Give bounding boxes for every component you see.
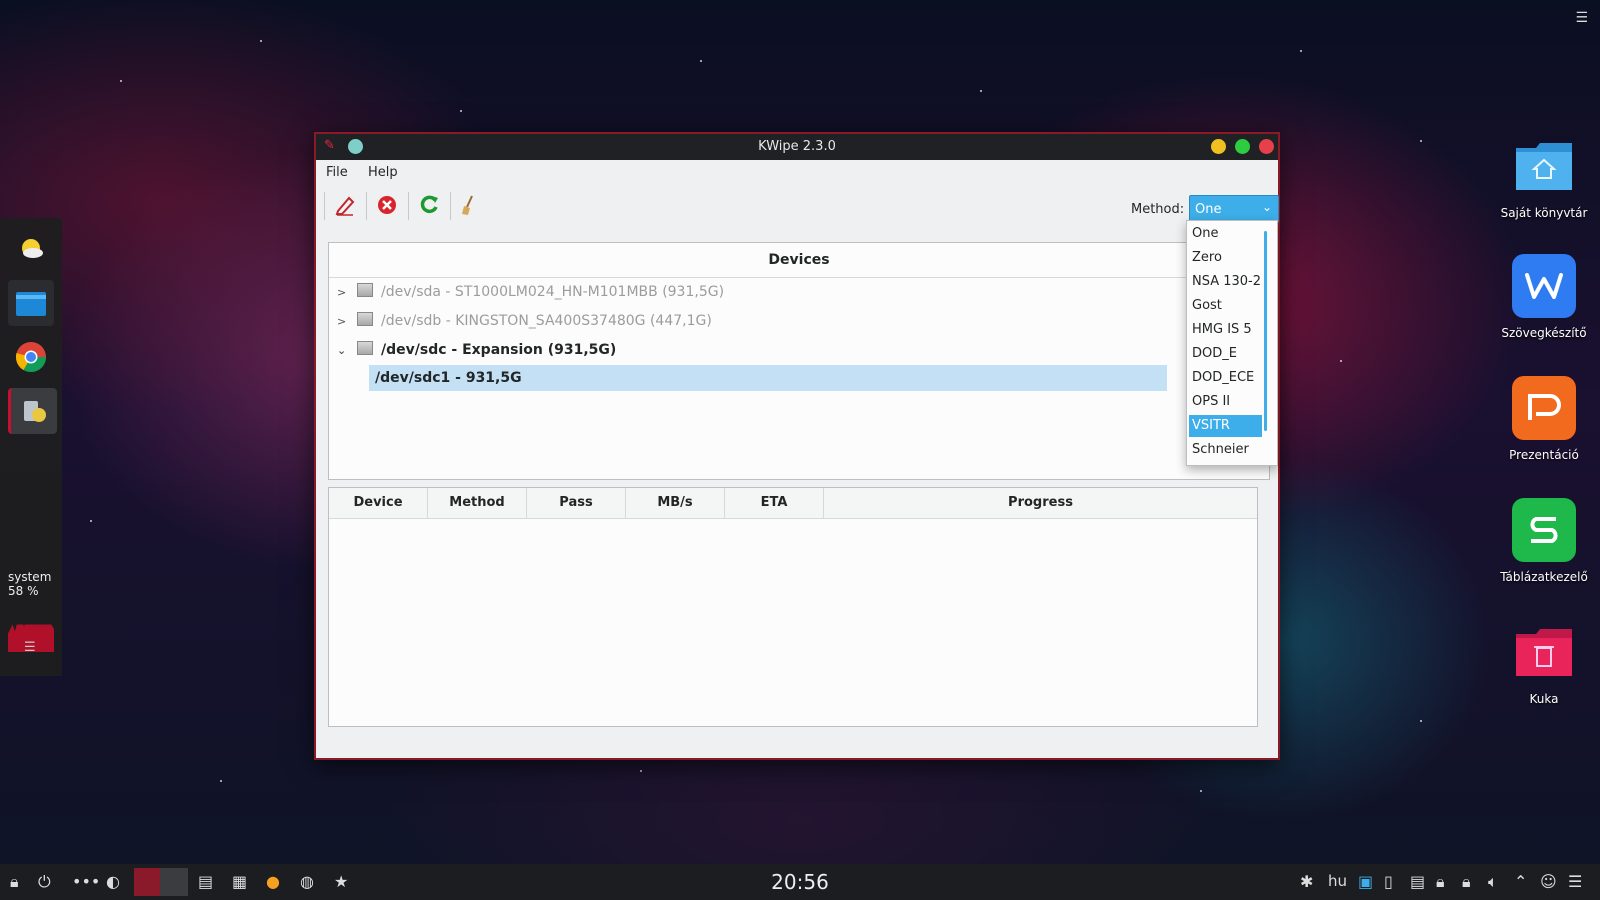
devices-tree: Devices > /dev/sda - ST1000LM024_HN-M101M… (328, 242, 1270, 480)
jobs-header: Device Method Pass MB/s ETA Progress (329, 488, 1257, 519)
method-option[interactable]: DOD_ECE (1189, 367, 1262, 389)
maximize-button[interactable] (1235, 139, 1250, 154)
minimize-button[interactable] (1211, 139, 1226, 154)
expand-arrow-icon[interactable]: > (337, 309, 351, 335)
weather-icon[interactable] (8, 226, 54, 272)
user-icon[interactable]: ☺ (1540, 872, 1557, 891)
close-button[interactable] (1259, 139, 1274, 154)
menubar: File Help (316, 160, 1278, 184)
keyboard-layout[interactable]: hu (1328, 872, 1347, 890)
column-mbs[interactable]: MB/s (626, 488, 725, 518)
tree-item-sdc1[interactable]: /dev/sdc1 - 931,5G (369, 365, 1167, 391)
column-progress[interactable]: Progress (824, 488, 1257, 518)
desktop-icon-trash[interactable]: Kuka (1494, 620, 1594, 706)
method-label: Method: (1131, 202, 1185, 217)
tree-item-sda[interactable]: > /dev/sda - ST1000LM024_HN-M101MBB (931,… (337, 279, 724, 305)
tree-item-label: /dev/sdc1 - 931,5G (375, 370, 522, 386)
desktop-icon-label: Kuka (1529, 692, 1559, 706)
clean-broom-icon[interactable] (452, 188, 486, 222)
method-value: One (1195, 202, 1222, 217)
method-option[interactable]: OPS II (1189, 391, 1262, 413)
clipboard-icon[interactable]: ▤ (1410, 872, 1425, 891)
tree-item-sdc[interactable]: ⌄ /dev/sdc - Expansion (931,5G) (337, 337, 616, 363)
menu-help[interactable]: Help (368, 165, 398, 180)
home-folder-icon (1512, 134, 1576, 198)
desktop-icon-label: Táblázatkezelő (1500, 570, 1588, 584)
column-eta[interactable]: ETA (725, 488, 824, 518)
desktop-icon-spreadsheet[interactable]: Táblázatkezelő (1494, 498, 1594, 584)
kwipe-window: ✎ KWipe 2.3.0 File Help Method: One ⌄ De… (314, 132, 1280, 760)
desktop-icon-home[interactable]: Saját könyvtár (1494, 134, 1594, 220)
column-pass[interactable]: Pass (527, 488, 626, 518)
chrome-icon[interactable] (8, 334, 54, 380)
tree-item-label: /dev/sdc - Expansion (931,5G) (381, 342, 617, 358)
tray-expand-icon[interactable]: ⌃ (1514, 872, 1527, 891)
file-manager-icon[interactable] (8, 280, 54, 326)
bluetooth-icon[interactable]: ✱ (1300, 872, 1313, 891)
wps-writer-icon (1512, 254, 1576, 318)
method-option[interactable]: HMG IS 5 (1189, 319, 1262, 341)
menu-file[interactable]: File (326, 165, 348, 180)
wipe-icon[interactable] (328, 188, 362, 222)
device-notifier-icon[interactable]: ▣ (1358, 872, 1373, 891)
sysmon-label: system (8, 570, 52, 584)
disk-icon (357, 341, 373, 355)
wps-spreadsheet-icon (1512, 498, 1576, 562)
volume-icon[interactable]: 🔈︎ (1488, 872, 1498, 892)
tree-item-label: /dev/sda - ST1000LM024_HN-M101MBB (931,5… (381, 284, 725, 300)
taskbar: 🔒︎ ⏻ ••• ◐ ▤ ▦ ● ◍ ★ 20:56 ✱ hu ▣ ▯ ▤ 🔒︎… (0, 864, 1600, 900)
panel-menu-icon[interactable]: ☰ (1568, 872, 1582, 891)
desktop-icon-presentation[interactable]: Prezentáció (1494, 376, 1594, 462)
trash-folder-icon (1512, 620, 1576, 684)
method-option[interactable]: Gost (1189, 295, 1262, 317)
dock-menu-icon[interactable]: ☰ (24, 640, 36, 655)
devices-header: Devices (329, 243, 1269, 278)
network-lock-icon[interactable]: 🔒︎ (1462, 872, 1471, 892)
column-method[interactable]: Method (428, 488, 527, 518)
kwipe-app-icon[interactable] (8, 388, 57, 434)
desktop-icon-label: Saját könyvtár (1500, 206, 1588, 220)
method-option[interactable]: DOD_E (1189, 343, 1262, 365)
left-dock: system 58 % ☰ (0, 218, 62, 676)
tree-item-label: /dev/sdb - KINGSTON_SA400S37480G (447,1G… (381, 313, 712, 329)
chevron-down-icon: ⌄ (1261, 200, 1272, 214)
column-device[interactable]: Device (329, 488, 428, 518)
method-option[interactable]: NSA 130-2 (1189, 271, 1262, 293)
desktop-icon-label: Prezentáció (1509, 448, 1579, 462)
battery-icon[interactable]: ▯ (1384, 872, 1393, 891)
expand-arrow-icon[interactable]: > (337, 280, 351, 306)
collapse-arrow-icon[interactable]: ⌄ (337, 338, 351, 364)
cancel-icon[interactable] (370, 188, 404, 222)
desktop-icon-writer[interactable]: Szövegkészítő (1494, 254, 1594, 340)
disk-icon (357, 312, 373, 326)
method-option[interactable]: Schneier (1189, 439, 1262, 461)
refresh-icon[interactable] (412, 188, 446, 222)
system-monitor-widget[interactable]: system 58 % (8, 570, 58, 652)
window-titlebar[interactable]: ✎ KWipe 2.3.0 (316, 134, 1278, 160)
window-title: KWipe 2.3.0 (758, 139, 836, 154)
jobs-table: Device Method Pass MB/s ETA Progress (328, 487, 1258, 727)
sysmon-value: 58 % (8, 584, 39, 598)
disk-icon (357, 283, 373, 297)
tree-item-sdb[interactable]: > /dev/sdb - KINGSTON_SA400S37480G (447,1… (337, 308, 712, 334)
dropdown-scrollbar[interactable] (1264, 231, 1267, 431)
method-option[interactable]: One (1189, 223, 1262, 245)
vault-lock-icon[interactable]: 🔒︎ (1436, 872, 1445, 892)
method-option[interactable]: Zero (1189, 247, 1262, 269)
desktop-menu-icon[interactable]: ☰ (1575, 10, 1588, 26)
method-dropdown-list: One Zero NSA 130-2 Gost HMG IS 5 DOD_E D… (1186, 220, 1278, 466)
desktop-icon-label: Szövegkészítő (1501, 326, 1587, 340)
wps-presentation-icon (1512, 376, 1576, 440)
method-select[interactable]: One ⌄ (1189, 195, 1279, 223)
method-option-highlighted[interactable]: VSITR (1189, 415, 1262, 437)
